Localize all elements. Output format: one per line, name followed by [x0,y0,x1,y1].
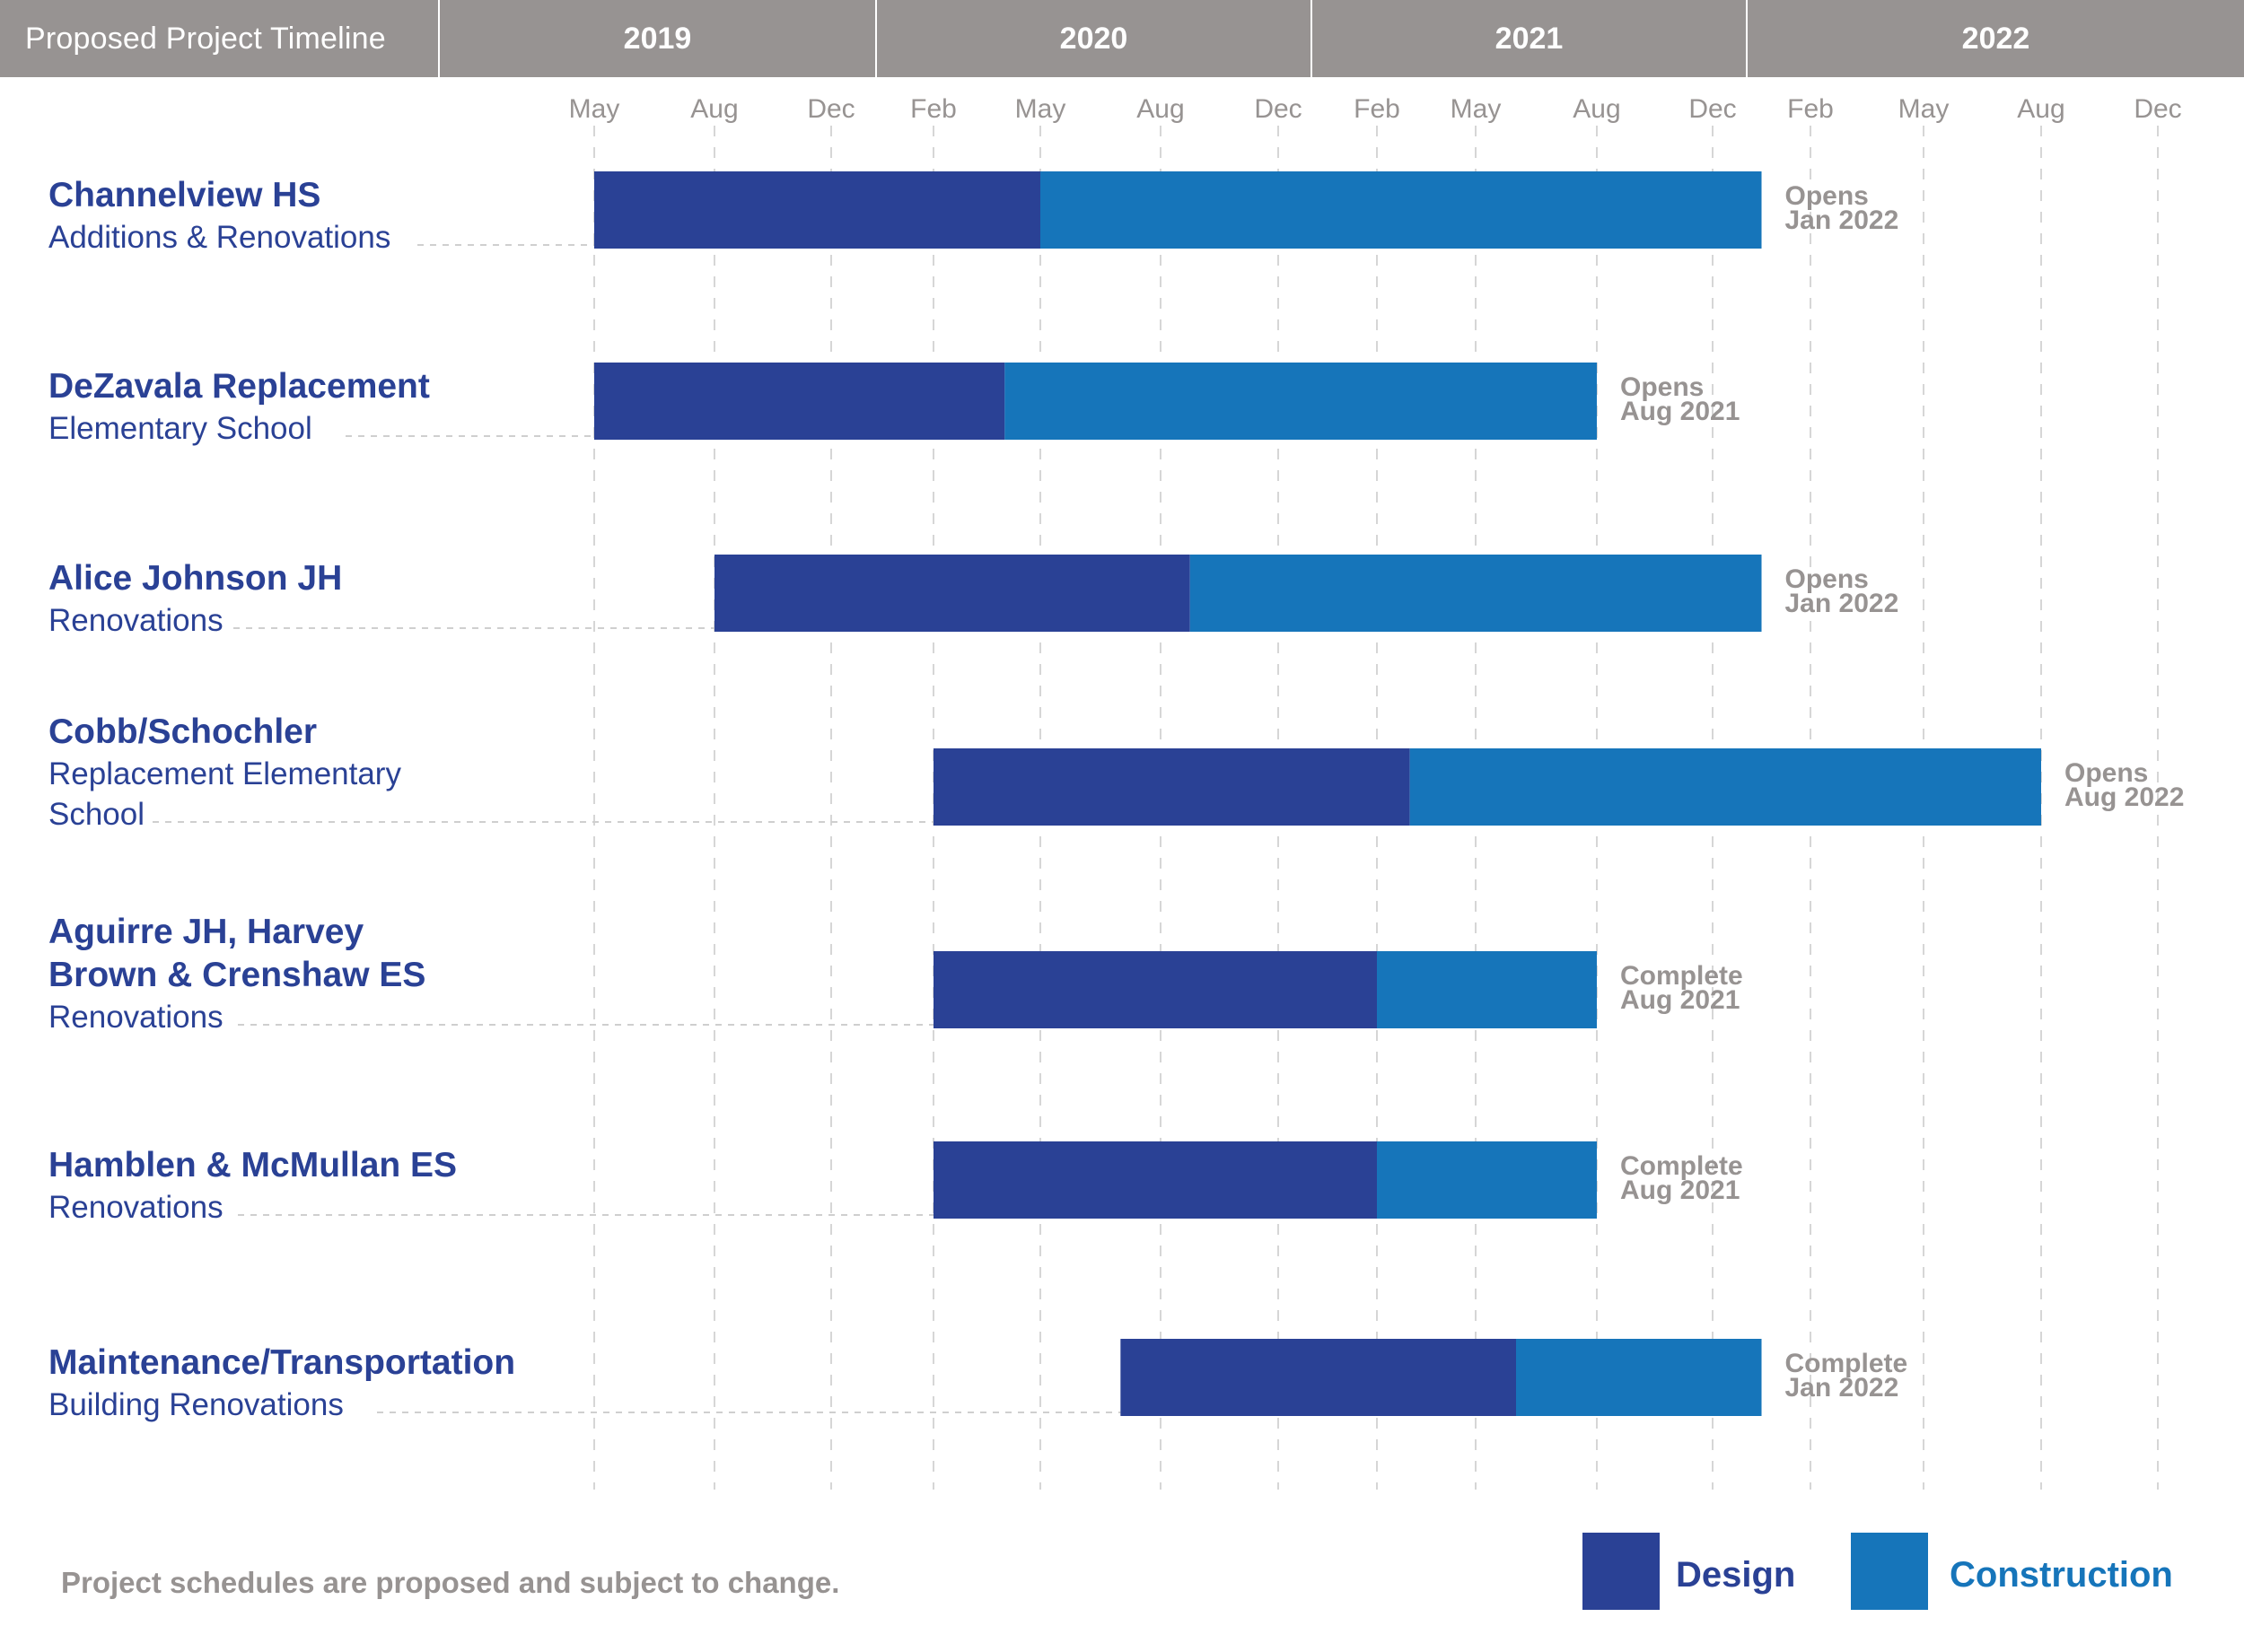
row-4-project-subtitle: Replacement Elementary [48,756,401,791]
row-1-design-bar [594,171,1040,249]
row-4-construction-bar [1409,748,2041,826]
row-7-design-bar [1120,1339,1516,1416]
row-5-construction-bar [1377,951,1597,1028]
row-1-status-label: Opens [1784,181,1869,211]
tick-label-feb-2020: Feb [910,94,957,124]
row-4-date-label: Aug 2022 [2064,782,2185,812]
row-6-date-label: Aug 2021 [1620,1176,1740,1205]
row-3-date-label: Jan 2022 [1784,589,1899,618]
month-tick-labels: May Aug Dec Feb May Aug Dec Feb May Aug Dec Feb May A… [569,94,2182,124]
tick-label-feb-2021: Feb [1354,94,1400,124]
row-1-construction-bar [1040,171,1762,249]
row-6-construction-bar [1377,1141,1597,1219]
row-4-design-bar [934,748,1410,826]
tick-label-aug-2020: Aug [1136,94,1184,124]
row-7-project-title: Maintenance/Transportation [48,1343,516,1382]
tick-label-dec-2019: Dec [807,94,855,124]
row-7-construction-bar [1516,1339,1762,1416]
tick-label-aug-2021: Aug [1573,94,1620,124]
tick-label-may-2020: May [1015,94,1066,124]
row-5-project-subtitle: Renovations [48,1000,224,1035]
tick-label-dec-2021: Dec [1688,94,1736,124]
row-7-date-label: Jan 2022 [1784,1373,1899,1403]
tick-label-dec-2022: Dec [2134,94,2181,124]
bars [594,171,2041,1416]
row-7-status-label: Complete [1784,1349,1908,1378]
tick-label-aug-2022: Aug [2017,94,2064,124]
row-6-design-bar [934,1141,1377,1219]
row-3-construction-bar [1189,555,1762,632]
row-1-date-label: Jan 2022 [1784,205,1899,235]
legend-label-design: Design [1676,1555,1796,1595]
row-3-design-bar [714,555,1190,632]
row-3-project-subtitle: Renovations [48,603,224,638]
row-2-construction-bar [1004,363,1597,440]
row-2-project-subtitle: Elementary School [48,411,312,446]
tick-label-dec-2020: Dec [1254,94,1302,124]
row-5-status-label: Complete [1620,961,1743,991]
legend-swatch-construction [1851,1533,1928,1610]
row-1-project-title: Channelview HS [48,176,321,214]
row-3-status-label: Opens [1784,564,1869,594]
row-5-project-title: Aguirre JH, Harvey [48,913,364,951]
row-5-date-label: Aug 2021 [1620,985,1740,1015]
row-7-project-subtitle: Building Renovations [48,1387,344,1422]
row-3-project-title: Alice Johnson JH [48,559,343,598]
row-5-design-bar [934,951,1377,1028]
tick-label-may-2019: May [569,94,620,124]
row-4-status-label: Opens [2064,758,2149,788]
row-5-project-title: Brown & Crenshaw ES [48,956,426,994]
tick-label-feb-2022: Feb [1787,94,1834,124]
tick-label-aug-2019: Aug [690,94,738,124]
footnote: Project schedules are proposed and subje… [61,1566,840,1599]
tick-label-may-2022: May [1898,94,1950,124]
row-2-status-label: Opens [1620,372,1705,402]
tick-label-may-2021: May [1451,94,1502,124]
row-4-project-subtitle: School [48,797,145,832]
row-2-design-bar [594,363,1005,440]
row-6-project-subtitle: Renovations [48,1190,224,1225]
row-6-status-label: Complete [1620,1151,1743,1181]
row-1-project-subtitle: Additions & Renovations [48,220,391,255]
row-4-project-title: Cobb/Schochler [48,712,318,751]
row-2-project-title: DeZavala Replacement [48,367,430,406]
row-6-project-title: Hamblen & McMullan ES [48,1146,458,1184]
legend-label-construction: Construction [1950,1555,2173,1595]
legend-swatch-design [1582,1533,1660,1610]
row-2-date-label: Aug 2021 [1620,397,1740,426]
